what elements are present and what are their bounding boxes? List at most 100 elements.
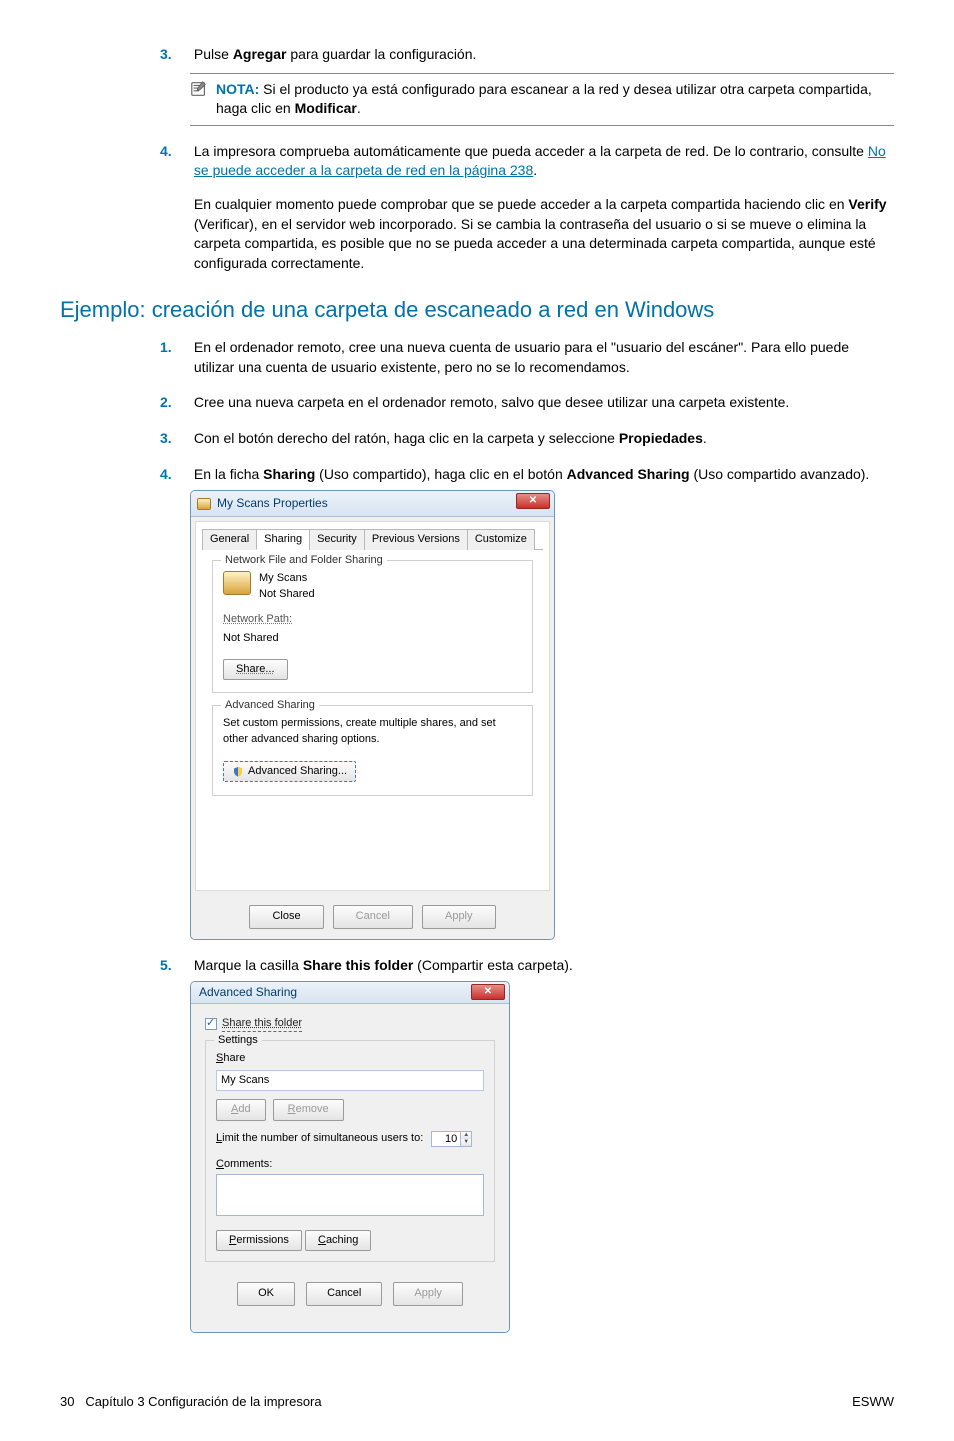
note-icon bbox=[190, 80, 208, 98]
share-button[interactable]: Share... bbox=[223, 659, 288, 680]
steps-second: 1. En el ordenador remoto, cree una nuev… bbox=[160, 338, 894, 1333]
share-checkbox-row: Share this folder bbox=[205, 1016, 495, 1032]
step-body: En la ficha Sharing (Uso compartido), ha… bbox=[194, 465, 888, 485]
text: En cualquier momento puede comprobar que… bbox=[194, 196, 849, 212]
bold-sharing: Sharing bbox=[263, 466, 315, 482]
step-body: Con el botón derecho del ratón, haga cli… bbox=[194, 429, 888, 449]
section-heading: Ejemplo: creación de una carpeta de esca… bbox=[60, 295, 894, 326]
dialog-title: My Scans Properties bbox=[217, 495, 328, 512]
share-checkbox-label: Share this folder bbox=[222, 1016, 302, 1032]
text: (Verificar), en el servidor web incorpor… bbox=[194, 216, 876, 271]
tab-security[interactable]: Security bbox=[309, 529, 365, 550]
step-body: La impresora comprueba automáticamente q… bbox=[194, 142, 888, 274]
network-path-value: Not Shared bbox=[223, 631, 522, 646]
step-num: 3. bbox=[160, 429, 190, 449]
tab-previous-versions[interactable]: Previous Versions bbox=[364, 529, 468, 550]
step-s3: 3. Con el botón derecho del ratón, haga … bbox=[160, 429, 894, 449]
text: La impresora comprueba automáticamente q… bbox=[194, 143, 868, 159]
section-content: 1. En el ordenador remoto, cree una nuev… bbox=[160, 338, 894, 1333]
note-box: NOTA: Si el producto ya está configurado… bbox=[190, 73, 894, 126]
dialog-body: Share this folder Settings Share My Scan… bbox=[191, 1004, 509, 1332]
text: para guardar la configuración. bbox=[287, 46, 477, 62]
step-s1: 1. En el ordenador remoto, cree una nuev… bbox=[160, 338, 894, 377]
step4-para2: En cualquier momento puede comprobar que… bbox=[194, 195, 888, 273]
settings-group: Settings Share My Scans Add Remove Limit… bbox=[205, 1040, 495, 1262]
page-footer: 30 Capítulo 3 Configuración de la impres… bbox=[60, 1393, 894, 1411]
text: (Uso compartido), haga clic en el botón bbox=[315, 466, 566, 482]
fieldset-legend: Network File and Folder Sharing bbox=[221, 553, 387, 568]
step-num: 4. bbox=[160, 142, 190, 162]
permissions-button[interactable]: Permissions bbox=[216, 1230, 302, 1251]
step-s2: 2. Cree una nueva carpeta en el ordenado… bbox=[160, 393, 894, 413]
dialog-footer: Close Cancel Apply bbox=[191, 895, 554, 938]
limit-row: Limit the number of simultaneous users t… bbox=[216, 1131, 484, 1147]
text: (Uso compartido avanzado). bbox=[690, 466, 870, 482]
tab-customize[interactable]: Customize bbox=[467, 529, 535, 550]
text: En la ficha bbox=[194, 466, 263, 482]
advanced-sharing-button[interactable]: Advanced Sharing... bbox=[223, 761, 356, 782]
folder-shared-status: Not Shared bbox=[259, 587, 315, 602]
comments-input[interactable] bbox=[216, 1174, 484, 1216]
step-s4: 4. En la ficha Sharing (Uso compartido),… bbox=[160, 465, 894, 940]
fieldset-network-sharing: Network File and Folder Sharing My Scans… bbox=[212, 560, 533, 693]
close-button[interactable]: Close bbox=[249, 905, 323, 928]
caching-button[interactable]: Caching bbox=[305, 1230, 371, 1251]
close-button[interactable]: ✕ bbox=[516, 493, 550, 509]
add-button[interactable]: Add bbox=[216, 1099, 266, 1120]
tab-sharing[interactable]: Sharing bbox=[256, 529, 310, 550]
ok-button[interactable]: OK bbox=[237, 1282, 295, 1305]
dialog-titlebar: My Scans Properties ✕ bbox=[191, 491, 554, 517]
adv-sharing-desc: Set custom permissions, create multiple … bbox=[223, 716, 522, 747]
folder-icon bbox=[197, 498, 211, 510]
settings-legend: Settings bbox=[214, 1033, 262, 1048]
network-path-label: Network Path: bbox=[223, 612, 522, 627]
spinner-arrows[interactable]: ▲▼ bbox=[460, 1132, 471, 1146]
folder-info-text: My Scans Not Shared bbox=[259, 571, 315, 602]
shield-icon bbox=[232, 766, 244, 778]
page-number: 30 bbox=[60, 1394, 74, 1409]
apply-button[interactable]: Apply bbox=[422, 905, 496, 928]
limit-input[interactable] bbox=[432, 1132, 460, 1146]
bold-verify: Verify bbox=[848, 196, 886, 212]
text: Con el botón derecho del ratón, haga cli… bbox=[194, 430, 619, 446]
adv-sharing-btn-label: Advanced Sharing... bbox=[248, 764, 347, 779]
steps-first: 3. Pulse Agregar para guardar la configu… bbox=[160, 45, 894, 273]
step-num: 4. bbox=[160, 465, 190, 485]
apply-button[interactable]: Apply bbox=[393, 1282, 463, 1305]
bold-share-folder: Share this folder bbox=[303, 957, 413, 973]
step-3: 3. Pulse Agregar para guardar la configu… bbox=[160, 45, 894, 126]
share-name-label: Share bbox=[216, 1051, 484, 1066]
fieldset-advanced-sharing: Advanced Sharing Set custom permissions,… bbox=[212, 705, 533, 796]
perm-cache-row: Permissions Caching bbox=[216, 1230, 484, 1251]
limit-label: Limit the number of simultaneous users t… bbox=[216, 1131, 423, 1146]
step-4: 4. La impresora comprueba automáticament… bbox=[160, 142, 894, 274]
cancel-button[interactable]: Cancel bbox=[306, 1282, 382, 1305]
add-remove-row: Add Remove bbox=[216, 1099, 484, 1120]
main-content: 3. Pulse Agregar para guardar la configu… bbox=[160, 45, 894, 273]
footer-right: ESWW bbox=[852, 1393, 894, 1411]
advanced-sharing-dialog: Advanced Sharing ✕ Share this folder Set… bbox=[190, 981, 510, 1333]
step-body: Cree una nueva carpeta en el ordenador r… bbox=[194, 393, 888, 413]
dialog-body: General Sharing Security Previous Versio… bbox=[195, 521, 550, 891]
tab-general[interactable]: General bbox=[202, 529, 257, 550]
properties-dialog: My Scans Properties ✕ General Sharing Se… bbox=[190, 490, 555, 939]
close-button[interactable]: ✕ bbox=[471, 984, 505, 1000]
remove-button[interactable]: Remove bbox=[273, 1099, 344, 1120]
step-body: Marque la casilla Share this folder (Com… bbox=[194, 956, 888, 976]
step-s5: 5. Marque la casilla Share this folder (… bbox=[160, 956, 894, 1333]
tabs: General Sharing Security Previous Versio… bbox=[202, 528, 543, 550]
footer-left: 30 Capítulo 3 Configuración de la impres… bbox=[60, 1393, 322, 1411]
text: Marque la casilla bbox=[194, 957, 303, 973]
note-label: NOTA: bbox=[216, 81, 259, 97]
chapter-title: Capítulo 3 Configuración de la impresora bbox=[85, 1394, 321, 1409]
comments-label: Comments: bbox=[216, 1157, 484, 1172]
note-text: NOTA: Si el producto ya está configurado… bbox=[216, 80, 894, 119]
cancel-button[interactable]: Cancel bbox=[333, 905, 413, 928]
step-num: 3. bbox=[160, 45, 190, 65]
dialog-titlebar: Advanced Sharing ✕ bbox=[191, 982, 509, 1004]
share-checkbox[interactable] bbox=[205, 1018, 217, 1030]
tab-content: Network File and Folder Sharing My Scans… bbox=[202, 550, 543, 884]
limit-spinner[interactable]: ▲▼ bbox=[431, 1131, 472, 1147]
share-name-input[interactable]: My Scans bbox=[216, 1070, 484, 1091]
fieldset-legend: Advanced Sharing bbox=[221, 698, 319, 713]
